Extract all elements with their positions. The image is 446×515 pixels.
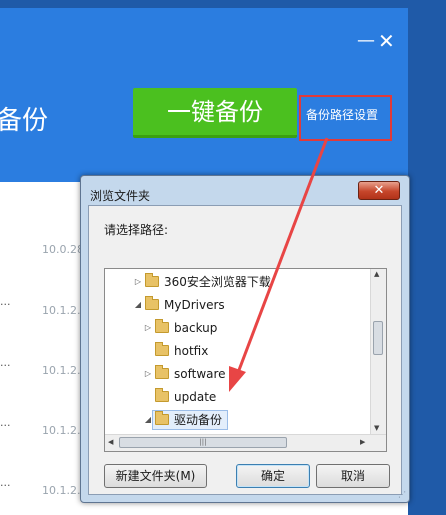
annotation-arrow	[229, 137, 329, 392]
